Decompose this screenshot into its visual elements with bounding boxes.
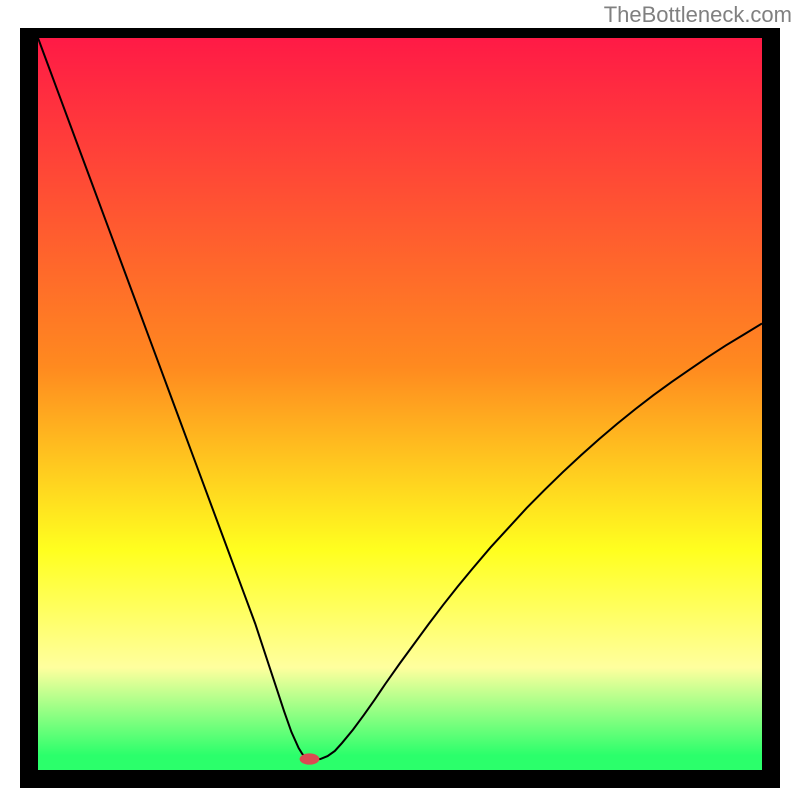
plot-frame [20,28,780,788]
optimum-marker [300,754,319,764]
gradient-background [38,38,762,770]
plot-area [38,38,762,770]
watermark: TheBottleneck.com [604,2,792,28]
chart-svg [38,38,762,770]
figure-root: TheBottleneck.com [0,0,800,800]
